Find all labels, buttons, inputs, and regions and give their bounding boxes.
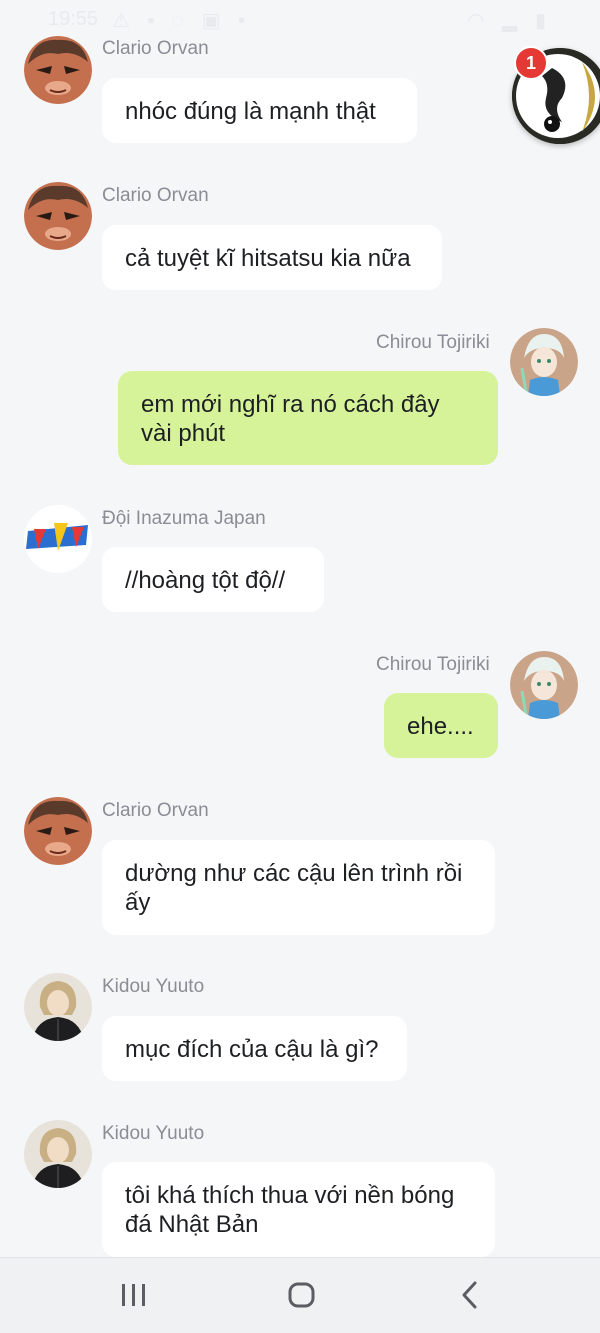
back-icon[interactable] [440, 1276, 500, 1316]
message-bubble-mine[interactable]: em mới nghĩ ra nó cách đây vài phút [118, 371, 498, 465]
status-time: 19:55 [48, 8, 99, 30]
status-bar: 19:55 ⚠ ▪ ◌ ▣ • ◠ ▂ ▮ [0, 0, 600, 36]
sender-name: Clario Orvan [102, 185, 209, 206]
clario-avatar[interactable] [24, 36, 92, 104]
sender-name: Kidou Yuuto [102, 1123, 205, 1144]
sender-name: Đội Inazuma Japan [102, 508, 266, 529]
home-icon[interactable] [271, 1276, 331, 1316]
recent-apps-icon[interactable] [104, 1276, 164, 1316]
status-notification-icons: ⚠ ▪ ◌ ▣ • [112, 8, 251, 33]
message-bubble-mine[interactable]: ehe.... [384, 693, 498, 758]
sender-name: Clario Orvan [102, 800, 209, 821]
message-bubble[interactable]: //hoàng tột độ// [102, 547, 324, 612]
dot-icon: • [238, 10, 252, 32]
sender-name: Chirou Tojiriki [376, 332, 490, 353]
battery-icon: ▮ [534, 10, 552, 32]
check-icon: ◌ [172, 10, 191, 32]
clario-avatar[interactable] [24, 797, 92, 865]
navigation-bar [0, 1257, 600, 1333]
message-bubble[interactable]: nhóc đúng là mạnh thật [102, 78, 417, 143]
clario-avatar[interactable] [24, 182, 92, 250]
kidou-avatar[interactable] [24, 1120, 92, 1188]
chirou-avatar[interactable] [510, 651, 578, 719]
message-bubble[interactable]: cả tuyệt kĩ hitsatsu kia nữa [102, 225, 442, 290]
notification-badge: 1 [514, 46, 548, 80]
message-bubble[interactable]: tôi khá thích thua với nền bóng đá Nhật … [102, 1162, 495, 1257]
message-bubble[interactable]: dường như các cậu lên trình rồi ấy [102, 840, 495, 935]
kidou-avatar[interactable] [24, 973, 92, 1041]
signal-icon: ▂ [502, 10, 524, 32]
chirou-avatar[interactable] [510, 328, 578, 396]
message-bubble[interactable]: mục đích của cậu là gì? [102, 1016, 407, 1081]
status-system-icons: ◠ ▂ ▮ [467, 8, 552, 33]
wifi-icon: ◠ [467, 10, 491, 32]
warning-icon: ⚠ [112, 10, 136, 32]
sender-name: Kidou Yuuto [102, 976, 205, 997]
sender-name: Clario Orvan [102, 38, 209, 59]
inazuma-avatar[interactable] [24, 505, 92, 573]
sender-name: Chirou Tojiriki [376, 654, 490, 675]
app-icon: ▣ [201, 10, 227, 32]
chat-icon: ▪ [147, 10, 161, 32]
